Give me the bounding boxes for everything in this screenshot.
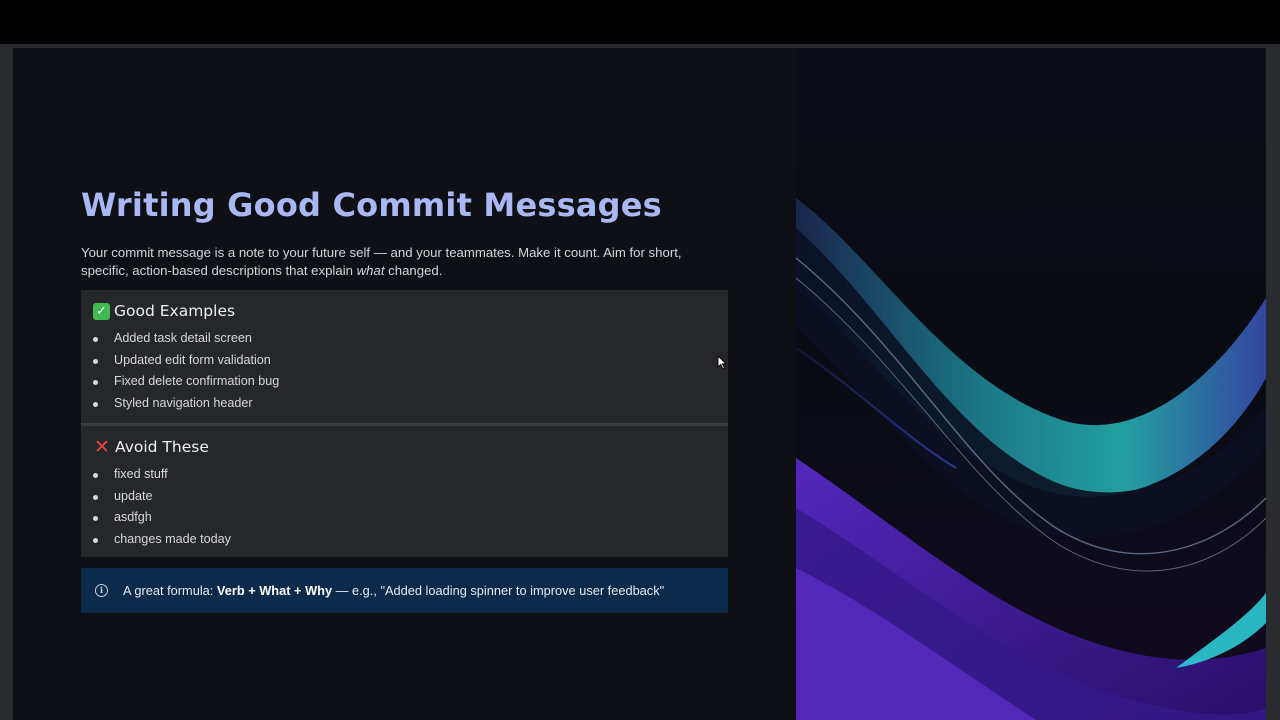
avoid-these-heading: ✕ Avoid These <box>93 435 209 458</box>
good-examples-list: Added task detail screen Updated edit fo… <box>93 328 279 414</box>
list-item: Added task detail screen <box>93 328 279 350</box>
intro-text-2: changed. <box>384 263 443 278</box>
info-prefix: A great formula: <box>123 583 217 598</box>
info-suffix: — e.g., "Added loading spinner to improv… <box>332 583 665 598</box>
list-item: update <box>93 486 231 508</box>
avoid-these-list: fixed stuff update asdfgh changes made t… <box>93 464 231 550</box>
list-item: Styled navigation header <box>93 393 279 415</box>
slide-content-pane: Writing Good Commit Messages Your commit… <box>13 48 796 720</box>
list-item: asdfgh <box>93 507 231 529</box>
good-examples-title: Good Examples <box>114 302 236 320</box>
list-item: changes made today <box>93 529 231 551</box>
info-icon: i <box>95 584 108 597</box>
info-text: A great formula: Verb + What + Why — e.g… <box>123 583 664 598</box>
list-item: Updated edit form validation <box>93 350 279 372</box>
list-item: Fixed delete confirmation bug <box>93 371 279 393</box>
intro-paragraph: Your commit message is a note to your fu… <box>81 244 721 280</box>
cross-mark-icon: ✕ <box>94 435 110 458</box>
decorative-wave-image <box>796 48 1266 720</box>
slide-title: Writing Good Commit Messages <box>81 186 662 224</box>
good-examples-card: ✓ Good Examples Added task detail screen… <box>81 290 728 423</box>
avoid-these-title: Avoid These <box>115 438 209 456</box>
top-black-bar <box>0 0 1280 44</box>
avoid-these-card: ✕ Avoid These fixed stuff update asdfgh … <box>81 426 728 557</box>
good-examples-heading: ✓ Good Examples <box>93 302 235 320</box>
mouse-cursor-icon <box>717 355 727 370</box>
info-formula: Verb + What + Why <box>216 583 333 598</box>
info-callout: i A great formula: Verb + What + Why — e… <box>81 568 728 613</box>
list-item: fixed stuff <box>93 464 231 486</box>
check-mark-icon: ✓ <box>93 302 110 320</box>
slide: Writing Good Commit Messages Your commit… <box>13 48 1266 720</box>
intro-emphasis: what <box>356 263 385 278</box>
